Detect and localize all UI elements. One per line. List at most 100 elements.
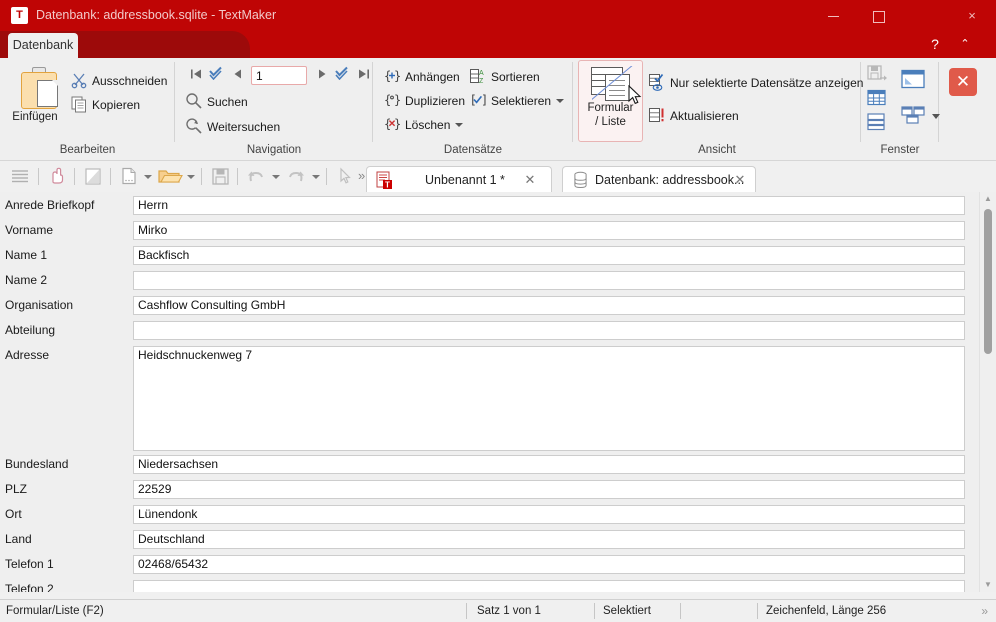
arrange-windows-caret-icon[interactable] — [932, 114, 940, 119]
cut-label: Ausschneiden — [92, 74, 167, 88]
field-input-vorname[interactable]: Mirko — [133, 221, 965, 240]
redo-icon[interactable] — [285, 166, 307, 187]
append-icon: {} — [383, 67, 401, 85]
form-vertical-scrollbar[interactable]: ▲ ▼ — [979, 192, 996, 592]
save-icon[interactable] — [209, 166, 231, 187]
window-title: Datenbank: addressbook.sqlite - TextMake… — [36, 7, 276, 24]
field-label: Vorname — [5, 221, 125, 239]
document-tab-datenbank[interactable]: Datenbank: addressbook... ✕ — [562, 166, 756, 194]
close-window-button[interactable]: × — [948, 0, 996, 31]
cut-button[interactable]: Ausschneiden — [70, 70, 167, 92]
prev-record-button[interactable] — [229, 64, 247, 88]
close-tab-icon[interactable]: ✕ — [521, 167, 539, 193]
table-icon[interactable] — [866, 88, 888, 110]
delete-caret-icon[interactable] — [455, 123, 463, 127]
toolbar-overflow-button[interactable]: » — [358, 167, 365, 185]
show-selected-only-button[interactable]: Nur selektierte Datensätze anzeigen — [648, 72, 863, 94]
field-label: Abteilung — [5, 321, 125, 339]
pointer-icon[interactable] — [334, 166, 356, 187]
field-input-name-1[interactable]: Backfisch — [133, 246, 965, 265]
duplicate-record-button[interactable]: {} Duplizieren — [383, 90, 465, 112]
document-tab-unbenannt[interactable]: T Unbenannt 1 * ✕ — [366, 166, 552, 193]
search-button[interactable]: Suchen — [185, 91, 248, 113]
scroll-up-icon[interactable]: ▲ — [980, 192, 996, 206]
field-input-land[interactable]: Deutschland — [133, 530, 965, 549]
open-folder-icon[interactable] — [157, 166, 183, 187]
group-label-bearbeiten: Bearbeiten — [0, 142, 175, 158]
restore-window-icon[interactable] — [899, 68, 927, 90]
field-input-bundesland[interactable]: Niedersachsen — [133, 455, 965, 474]
textmaker-doc-icon: T — [376, 171, 393, 189]
svg-text:A: A — [479, 70, 484, 77]
field-label: PLZ — [5, 480, 125, 498]
ribbon-group-navigation: 1 Suchen Weitersuchen — [175, 58, 373, 160]
last-record-button[interactable] — [355, 64, 373, 88]
next-page-button[interactable] — [333, 64, 351, 88]
status-selection: Selektiert — [603, 600, 651, 622]
first-record-button[interactable] — [187, 64, 205, 88]
group-label-fenster: Fenster — [861, 142, 939, 158]
hand-icon[interactable] — [46, 166, 68, 187]
field-input-adresse[interactable]: Heidschnuckenweg 7 — [133, 346, 965, 451]
search-again-button[interactable]: Weitersuchen — [185, 116, 280, 138]
ribbon-group-datensaetze: {} Anhängen {} Duplizieren {} Löschen AZ… — [373, 58, 573, 160]
record-number-input[interactable]: 1 — [251, 66, 307, 85]
field-input-name-2[interactable] — [133, 271, 965, 290]
paste-label: Einfügen — [3, 111, 67, 124]
record-form: Anrede Briefkopf Herrn Vorname Mirko Nam… — [0, 192, 996, 592]
ribbon-group-bearbeiten: Einfügen Ausschneiden — [0, 58, 175, 160]
group-label-ansicht: Ansicht — [573, 142, 861, 158]
field-input-telefon-1[interactable]: 02468/65432 — [133, 555, 965, 574]
sort-icon: AZ — [469, 67, 487, 85]
search-label: Suchen — [207, 95, 248, 109]
svg-text:Z: Z — [479, 78, 484, 85]
help-icon[interactable]: ? — [924, 34, 946, 54]
undo-icon[interactable] — [245, 166, 267, 187]
close-document-button[interactable]: ✕ — [949, 68, 977, 96]
minimize-button[interactable] — [810, 0, 856, 31]
scissors-icon — [70, 71, 88, 89]
refresh-button[interactable]: Aktualisieren — [648, 105, 739, 127]
new-document-icon[interactable] — [118, 166, 140, 187]
field-input-organisation[interactable]: Cashflow Consulting GmbH — [133, 296, 965, 315]
prev-page-button[interactable] — [207, 64, 225, 88]
clipboard-icon — [21, 67, 59, 109]
scrollbar-thumb[interactable] — [984, 209, 992, 354]
redo-caret-icon[interactable] — [312, 175, 320, 179]
duplicate-label: Duplizieren — [405, 94, 465, 108]
shade-icon[interactable] — [82, 166, 104, 187]
status-overflow-icon[interactable]: » — [981, 600, 988, 622]
new-document-caret-icon[interactable] — [144, 175, 152, 179]
undo-caret-icon[interactable] — [272, 175, 280, 179]
svg-text:{: { — [384, 93, 391, 107]
select-caret-icon[interactable] — [556, 99, 564, 103]
scroll-down-icon[interactable]: ▼ — [980, 578, 996, 592]
field-input-plz[interactable]: 22529 — [133, 480, 965, 499]
select-button[interactable]: [] Selektieren — [469, 90, 564, 112]
field-input-anrede-briefkopf[interactable]: Herrn — [133, 196, 965, 215]
tab-datenbank[interactable]: Datenbank — [8, 33, 78, 58]
field-input-telefon-2[interactable] — [133, 580, 965, 592]
field-label: Organisation — [5, 296, 125, 314]
refresh-icon — [648, 106, 666, 124]
textmaker-database-window: T Datenbank: addressbook.sqlite - TextMa… — [0, 0, 996, 622]
arrange-windows-icon[interactable] — [899, 104, 927, 126]
sort-button[interactable]: AZ Sortieren — [469, 66, 540, 88]
field-input-abteilung[interactable] — [133, 321, 965, 340]
collapse-ribbon-icon[interactable]: ⌃ — [954, 34, 976, 54]
stack-icon[interactable] — [866, 112, 888, 134]
copy-button[interactable]: Kopieren — [70, 94, 140, 116]
field-label: Telefon 1 — [5, 555, 125, 573]
delete-record-button[interactable]: {} Löschen — [383, 114, 463, 136]
open-folder-caret-icon[interactable] — [187, 175, 195, 179]
document-tab-label: Datenbank: addressbook... — [595, 167, 744, 193]
save-export-icon[interactable] — [866, 64, 888, 86]
field-label: Bundesland — [5, 455, 125, 473]
next-record-button[interactable] — [313, 64, 331, 88]
maximize-button[interactable] — [856, 0, 902, 31]
field-input-ort[interactable]: Lünendonk — [133, 505, 965, 524]
close-tab-icon[interactable]: ✕ — [731, 167, 749, 193]
lines-icon[interactable] — [9, 166, 31, 187]
append-record-button[interactable]: {} Anhängen — [383, 66, 460, 88]
form-list-icon — [591, 67, 629, 99]
